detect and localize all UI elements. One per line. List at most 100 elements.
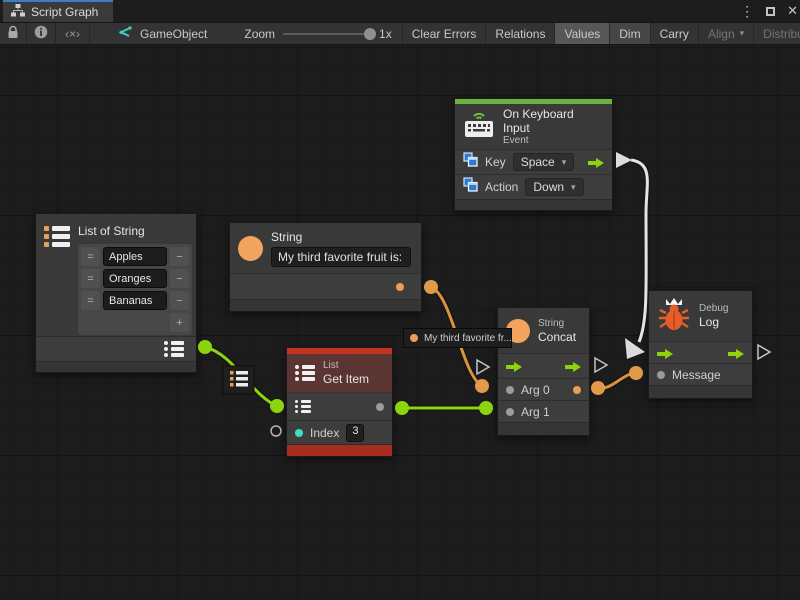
flow-output-port[interactable] — [728, 347, 744, 359]
index-input[interactable]: 3 — [346, 424, 364, 442]
node-title: Get Item — [323, 372, 369, 386]
key-dropdown[interactable]: Space▾ — [513, 153, 575, 171]
list-item-input[interactable]: Bananas — [103, 291, 167, 310]
wire-cap — [198, 340, 212, 354]
node-category: String — [538, 318, 576, 330]
string-value-badge: My third favorite fr... — [403, 328, 512, 348]
wire-outline — [598, 373, 636, 388]
tab-script-graph[interactable]: Script Graph — [3, 0, 113, 22]
arg1-input-port[interactable] — [506, 408, 514, 416]
graph-canvas[interactable]: On Keyboard Input Event Key Space▾ Actio… — [0, 45, 800, 600]
remove-item-button[interactable]: − — [170, 247, 189, 266]
message-input-port[interactable] — [657, 371, 665, 379]
list-item-input[interactable]: Oranges — [103, 269, 167, 288]
info-button[interactable] — [27, 23, 56, 44]
add-item-button[interactable]: + — [170, 313, 189, 332]
node-get-item[interactable]: List Get Item Index 3 — [286, 347, 393, 457]
action-dropdown[interactable]: Down▾ — [525, 178, 583, 196]
code-preview-button[interactable]: ‹×› — [56, 23, 90, 44]
wire-list-to-getitem[interactable] — [205, 347, 277, 406]
node-list-of-string[interactable]: List of String = Apples − = Oranges − = — [35, 213, 197, 373]
maximize-icon[interactable] — [766, 7, 775, 16]
zoom-value: 1x — [379, 27, 392, 41]
wire-keyboard-to-log[interactable] — [631, 160, 647, 342]
wire-cap — [395, 401, 409, 415]
port-row-output — [36, 336, 196, 361]
list-item-input[interactable]: Apples — [103, 247, 167, 266]
list-icon — [295, 365, 315, 381]
node-concat[interactable]: String Concat Arg 0 Arg 1 — [497, 307, 590, 436]
index-input-port[interactable] — [295, 429, 303, 437]
string-output-port[interactable] — [396, 283, 404, 291]
graph-context-button[interactable]: GameObject — [108, 23, 216, 44]
arg0-label: Arg 0 — [521, 383, 550, 397]
string-value-input[interactable]: My third favorite fruit is: — [271, 247, 411, 267]
flow-input-port[interactable] — [506, 360, 522, 372]
chevron-down-icon: ▾ — [571, 182, 576, 193]
remove-item-button[interactable]: − — [170, 269, 189, 288]
wire-concat-to-log[interactable] — [598, 373, 636, 388]
node-header: String My third favorite fruit is: — [230, 223, 421, 273]
unconnected-flow-marker — [477, 360, 489, 374]
key-label: Key — [485, 155, 506, 169]
node-title: Log — [699, 315, 728, 329]
distribute-button[interactable]: Distribute▾ — [754, 23, 800, 44]
node-header: List Get Item — [287, 354, 392, 392]
list-item-row: = Apples − — [81, 247, 189, 266]
tab-bar: Script Graph ⋮ ✕ — [0, 0, 800, 22]
node-title: On Keyboard Input — [503, 107, 602, 135]
align-button[interactable]: Align▾ — [699, 23, 754, 44]
node-string-literal[interactable]: String My third favorite fruit is: — [229, 222, 422, 312]
port-row-list-in — [287, 392, 392, 420]
list-icon — [44, 226, 70, 247]
node-subtitle: Event — [503, 135, 602, 147]
drag-handle[interactable]: = — [81, 247, 100, 266]
arg0-input-port[interactable] — [506, 386, 514, 394]
string-value-dot — [410, 334, 418, 342]
relations-button[interactable]: Relations — [486, 23, 555, 44]
close-icon[interactable]: ✕ — [787, 3, 798, 19]
list-item-row: = Bananas − — [81, 291, 189, 310]
item-output-port[interactable] — [376, 403, 384, 411]
dim-button[interactable]: Dim — [610, 23, 650, 44]
node-footer — [36, 361, 196, 372]
clear-errors-button[interactable]: Clear Errors — [402, 23, 487, 44]
keyboard-icon — [463, 109, 495, 144]
chevron-down-icon: ▾ — [740, 28, 745, 39]
node-on-keyboard-input[interactable]: On Keyboard Input Event Key Space▾ Actio… — [454, 98, 613, 211]
drag-handle[interactable]: = — [81, 269, 100, 288]
flow-output-port[interactable] — [588, 156, 604, 168]
carry-button[interactable]: Carry — [651, 23, 699, 44]
action-label: Action — [485, 180, 518, 194]
node-header: On Keyboard Input Event — [455, 104, 612, 149]
port-row-arg0: Arg 0 — [498, 378, 589, 400]
zoom-label: Zoom — [244, 27, 275, 41]
wire-cap — [629, 366, 643, 380]
values-button[interactable]: Values — [555, 23, 610, 44]
remove-item-button[interactable]: − — [170, 291, 189, 310]
list-input-port[interactable] — [295, 400, 311, 413]
zoom-control: Zoom 1x — [234, 23, 401, 44]
bug-icon — [657, 296, 691, 337]
menu-dots-icon[interactable]: ⋮ — [740, 3, 754, 20]
flow-output-port[interactable] — [565, 360, 581, 372]
drag-handle[interactable]: = — [81, 291, 100, 310]
graph-context-label: GameObject — [140, 27, 207, 41]
string-icon — [238, 236, 263, 261]
node-footer — [455, 199, 612, 210]
lock-button[interactable] — [0, 23, 27, 44]
zoom-slider-track[interactable] — [283, 33, 371, 35]
flow-input-port[interactable] — [657, 347, 673, 359]
index-label: Index — [310, 426, 339, 440]
list-output-port[interactable] — [164, 341, 184, 357]
key-binding-icon — [463, 177, 478, 197]
arg1-label: Arg 1 — [521, 405, 550, 419]
port-row-index: Index 3 — [287, 420, 392, 444]
node-debug-log[interactable]: Debug Log Message — [648, 290, 753, 399]
result-output-port[interactable] — [573, 386, 581, 394]
zoom-slider-handle[interactable] — [364, 28, 376, 40]
lock-icon — [7, 25, 19, 42]
unconnected-value-marker — [271, 426, 281, 436]
unconnected-flow-marker — [758, 345, 770, 359]
unconnected-flow-marker — [595, 358, 607, 372]
